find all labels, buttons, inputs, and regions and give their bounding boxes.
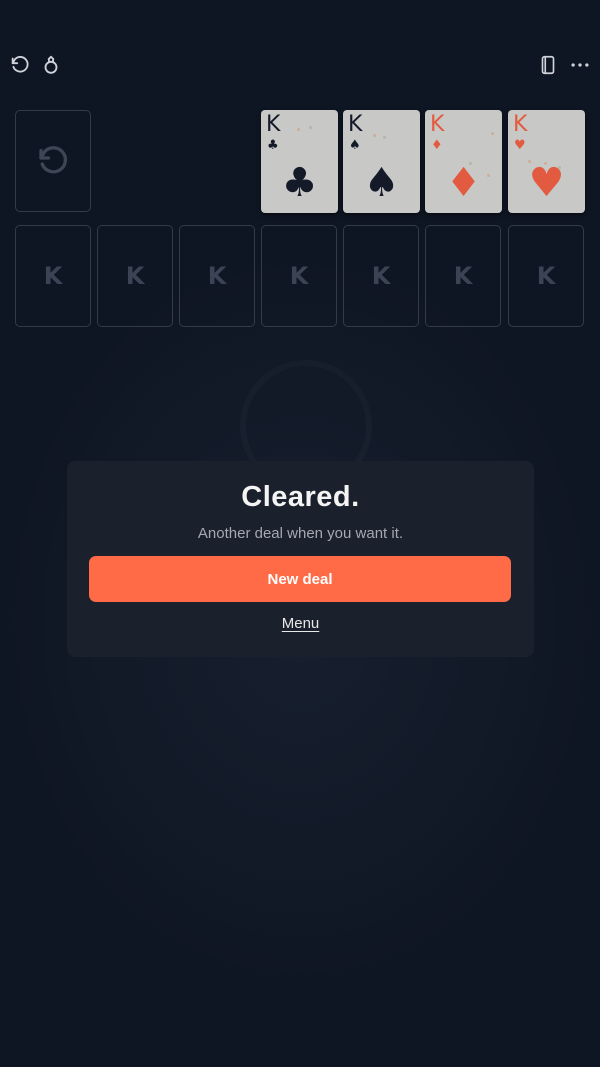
tableau-slot-label: K	[289, 262, 309, 290]
tableau-slot-label: K	[371, 262, 391, 290]
card-suit-small: ♥	[514, 138, 526, 153]
tableau-slot-7[interactable]: K	[508, 225, 584, 327]
tableau-slot-label: K	[536, 262, 556, 290]
hearts-suit-icon: ♥	[528, 160, 565, 206]
more-button[interactable]	[565, 50, 595, 80]
card-rank: K	[266, 112, 281, 137]
tableau-slot-4[interactable]: K	[261, 225, 337, 327]
cards-button[interactable]	[533, 50, 563, 80]
tableau-slot-label: K	[207, 262, 227, 290]
more-icon	[571, 63, 589, 67]
top-toolbar	[0, 50, 600, 82]
tableau-slot-6[interactable]: K	[425, 225, 501, 327]
clubs-suit-icon: ♣	[281, 160, 318, 206]
card-rank: K	[430, 112, 445, 137]
game-cleared-dialog: Cleared. Another deal when you want it. …	[67, 461, 534, 657]
foundation-hearts[interactable]: K ♥ ♥	[508, 110, 585, 213]
spades-suit-icon: ♠	[363, 160, 400, 206]
dialog-subtitle: Another deal when you want it.	[197, 525, 404, 542]
tableau-slot-label: K	[453, 262, 473, 290]
dialog-title: Cleared.	[241, 481, 360, 513]
undo-icon	[11, 56, 29, 73]
stock-pile[interactable]	[15, 110, 91, 212]
tableau-slot-label: K	[43, 262, 63, 290]
menu-link[interactable]: Menu	[282, 615, 320, 632]
hint-icon	[44, 55, 58, 74]
card-suit-small: ♦	[431, 138, 443, 153]
tableau-slot-1[interactable]: K	[15, 225, 91, 327]
card-suit-small: ♣	[267, 138, 279, 153]
card-rank: K	[513, 112, 528, 137]
menu-link-row: Menu	[67, 615, 534, 632]
tableau-slot-5[interactable]: K	[343, 225, 419, 327]
redeal-icon	[39, 146, 68, 174]
new-deal-button[interactable]: New deal	[89, 556, 511, 602]
foundation-spades[interactable]: K ♠ ♠	[343, 110, 420, 213]
tableau-slot-2[interactable]: K	[97, 225, 173, 327]
cards-icon	[541, 55, 555, 75]
tableau-slot-label: K	[125, 262, 145, 290]
tableau-slot-3[interactable]: K	[179, 225, 255, 327]
foundation-diamonds[interactable]: K ♦ ♦	[425, 110, 502, 213]
diamonds-suit-icon: ♦	[445, 160, 482, 206]
card-suit-small: ♠	[349, 138, 361, 153]
card-rank: K	[348, 112, 363, 137]
undo-button[interactable]	[5, 50, 35, 80]
hint-button[interactable]	[36, 50, 66, 80]
foundation-clubs[interactable]: K ♣ ♣	[261, 110, 338, 213]
